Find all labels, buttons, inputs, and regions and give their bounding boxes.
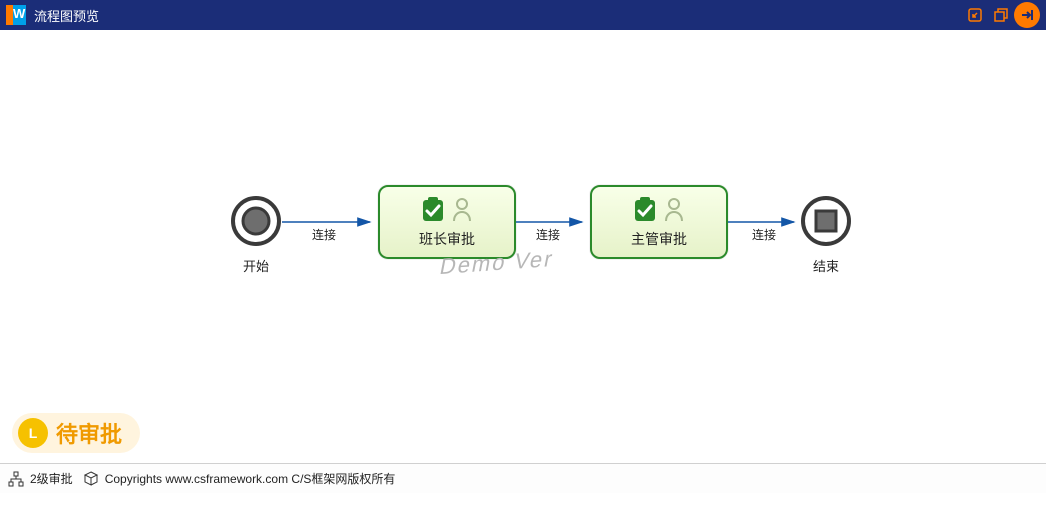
status-icon: L [18, 418, 48, 448]
end-node[interactable]: 结束 [800, 195, 852, 275]
end-icon [800, 195, 852, 247]
task-label: 主管审批 [592, 229, 726, 249]
clipboard-check-icon [631, 195, 659, 223]
cube-icon [83, 471, 99, 487]
hierarchy-icon [8, 471, 24, 487]
titlebar: 流程图预览 [0, 0, 1046, 30]
task-supervisor-approval[interactable]: 主管审批 [590, 185, 728, 259]
user-icon [663, 195, 687, 223]
task-team-lead-approval[interactable]: 班长审批 [378, 185, 516, 259]
footer-level: 2级审批 [30, 470, 73, 487]
user-icon [451, 195, 475, 223]
minimize-button[interactable] [962, 2, 988, 28]
connection-label: 连接 [752, 226, 776, 243]
clipboard-check-icon [419, 195, 447, 223]
footer-bar: 2级审批 Copyrights www.csframework.com C/S框… [0, 463, 1046, 493]
start-node[interactable]: 开始 [230, 195, 282, 275]
connection-label: 连接 [312, 226, 336, 243]
connection-label: 连接 [536, 226, 560, 243]
restore-button[interactable] [988, 2, 1014, 28]
window-title: 流程图预览 [34, 6, 99, 25]
task-label: 班长审批 [380, 229, 514, 249]
status-badge: L 待审批 [12, 413, 140, 453]
start-icon [230, 195, 282, 247]
start-label: 开始 [230, 256, 282, 275]
flow-canvas[interactable]: 开始 班长审批 [0, 30, 1046, 493]
status-label: 待审批 [56, 417, 122, 449]
app-logo [6, 5, 26, 25]
close-button[interactable] [1014, 2, 1040, 28]
footer-copyright: Copyrights www.csframework.com C/S框架网版权所… [105, 470, 396, 487]
end-label: 结束 [800, 256, 852, 275]
